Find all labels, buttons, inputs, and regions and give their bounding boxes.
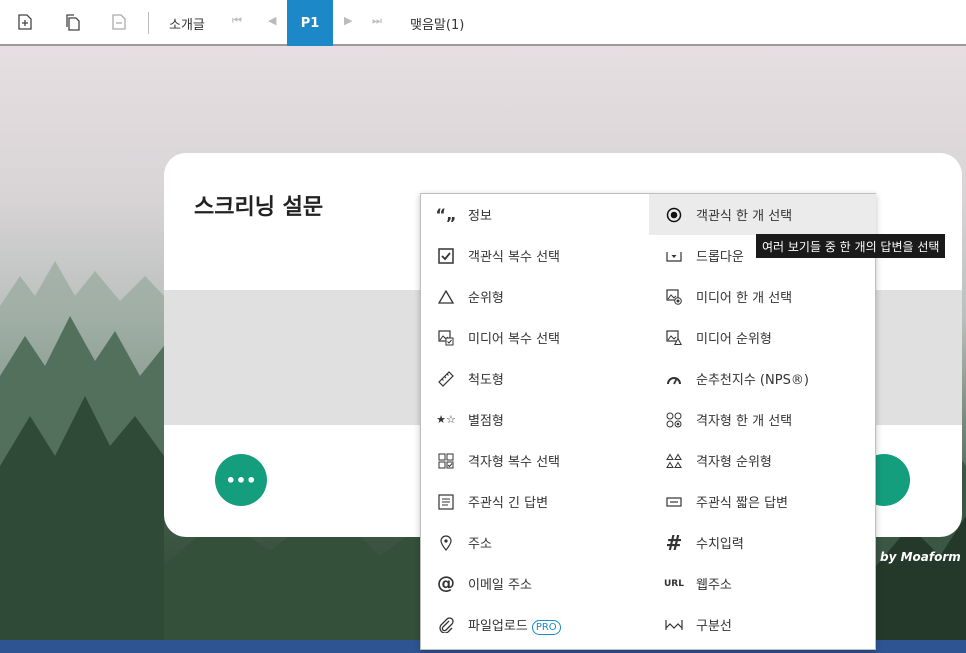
menu-item-label: 주소 <box>468 537 492 552</box>
menu-item-label: 미디어 한 개 선택 <box>696 291 793 306</box>
menu-item-label: 수치입력 <box>696 537 744 552</box>
grid-rank-icon <box>664 451 684 471</box>
menu-item-label: 구분선 <box>696 619 732 634</box>
menu-item-label: 미디어 복수 선택 <box>468 332 560 347</box>
menu-item-label: 파일업로드 PRO <box>468 615 561 635</box>
menu-item-scale[interactable]: 척도형 <box>421 358 648 399</box>
quote-icon: “„ <box>435 205 457 224</box>
outro-tab[interactable]: 맺음말(1) <box>410 14 464 33</box>
long-text-icon <box>436 492 456 512</box>
question-type-menu: “„ 정보 객관식 복수 선택 순위형 미디어 복수 선택 척도형 ★☆ 별점형… <box>420 193 876 650</box>
delete-page-icon[interactable] <box>110 13 128 31</box>
menu-item-label: 격자형 순위형 <box>696 455 772 470</box>
paperclip-icon <box>436 615 456 635</box>
menu-item-web-address[interactable]: URL 웹주소 <box>649 563 876 604</box>
triangle-icon <box>436 287 456 307</box>
menu-item-star-rating[interactable]: ★☆ 별점형 <box>421 399 648 440</box>
menu-item-number-input[interactable]: # 수치입력 <box>649 522 876 563</box>
pro-badge: PRO <box>531 619 561 635</box>
menu-item-label: 격자형 한 개 선택 <box>696 414 793 429</box>
short-text-icon <box>664 492 684 512</box>
menu-item-label: 순위형 <box>468 291 504 306</box>
menu-item-grid-single[interactable]: 격자형 한 개 선택 <box>649 399 876 440</box>
stars-icon: ★☆ <box>436 413 456 426</box>
menu-item-label: 객관식 복수 선택 <box>468 250 560 265</box>
menu-item-nps[interactable]: 순추천지수 (NPS®) <box>649 358 876 399</box>
menu-item-divider[interactable]: 구분선 <box>649 604 876 645</box>
credit-text: by Moaform <box>880 550 961 564</box>
toolbar: 소개글 ⏮ ◀ P1 ▶ ⏭ 맺음말(1) <box>0 0 966 46</box>
intro-tab[interactable]: 소개글 <box>169 14 205 33</box>
menu-item-info[interactable]: “„ 정보 <box>421 194 648 235</box>
location-pin-icon <box>436 533 456 553</box>
grid-checkbox-icon <box>436 451 456 471</box>
menu-item-label: 순추천지수 (NPS®) <box>696 373 809 388</box>
hash-icon: # <box>665 530 683 555</box>
file-upload-label: 파일업로드 <box>468 618 528 634</box>
media-checkbox-icon <box>436 328 456 348</box>
menu-item-file-upload[interactable]: 파일업로드 PRO <box>421 604 648 645</box>
first-page-icon[interactable]: ⏮ <box>232 14 242 28</box>
menu-item-label: 주관식 짧은 답변 <box>696 496 788 511</box>
last-page-icon[interactable]: ⏭ <box>372 14 382 28</box>
menu-item-label: 주관식 긴 답변 <box>468 496 549 511</box>
ruler-icon <box>436 369 456 389</box>
page-title[interactable]: 스크리닝 설문 <box>194 189 323 221</box>
add-page-icon[interactable] <box>16 13 34 31</box>
menu-item-media-multi[interactable]: 미디어 복수 선택 <box>421 317 648 358</box>
tooltip: 여러 보기들 중 한 개의 답변을 선택 <box>756 234 946 258</box>
menu-item-long-answer[interactable]: 주관식 긴 답변 <box>421 481 648 522</box>
menu-item-label: 별점형 <box>468 414 504 429</box>
prev-page-icon[interactable]: ◀ <box>268 14 276 27</box>
menu-item-label: 척도형 <box>468 373 504 388</box>
toolbar-divider <box>148 12 149 34</box>
menu-item-label: 정보 <box>468 209 492 224</box>
menu-item-label: 미디어 순위형 <box>696 332 772 347</box>
next-page-icon[interactable]: ▶ <box>344 14 352 27</box>
media-radio-icon <box>664 287 684 307</box>
menu-item-label: 격자형 복수 선택 <box>468 455 560 470</box>
menu-item-multi-choice[interactable]: 객관식 복수 선택 <box>421 235 648 276</box>
menu-item-grid-ranking[interactable]: 격자형 순위형 <box>649 440 876 481</box>
radio-icon <box>664 205 684 225</box>
gauge-icon <box>664 369 684 389</box>
menu-item-email[interactable]: @ 이메일 주소 <box>421 563 648 604</box>
grid-radio-icon <box>664 410 684 430</box>
menu-item-address[interactable]: 주소 <box>421 522 648 563</box>
copy-page-icon[interactable] <box>64 13 82 31</box>
at-icon: @ <box>437 573 455 594</box>
menu-item-single-choice[interactable]: 객관식 한 개 선택 <box>649 194 876 235</box>
menu-item-media-ranking[interactable]: 미디어 순위형 <box>649 317 876 358</box>
menu-item-grid-multi[interactable]: 격자형 복수 선택 <box>421 440 648 481</box>
menu-item-label: 이메일 주소 <box>468 578 532 593</box>
more-options-button[interactable]: ••• <box>215 454 267 506</box>
current-page-tab[interactable]: P1 <box>287 0 333 46</box>
menu-item-label: 드롭다운 <box>696 250 744 265</box>
dropdown-icon <box>664 246 684 266</box>
checkbox-icon <box>436 246 456 266</box>
menu-item-ranking[interactable]: 순위형 <box>421 276 648 317</box>
divider-icon <box>664 615 684 635</box>
media-rank-icon <box>664 328 684 348</box>
menu-item-short-answer[interactable]: 주관식 짧은 답변 <box>649 481 876 522</box>
menu-item-label: 웹주소 <box>696 578 732 593</box>
menu-item-label: 객관식 한 개 선택 <box>696 209 793 224</box>
url-icon: URL <box>664 578 684 589</box>
menu-item-media-single[interactable]: 미디어 한 개 선택 <box>649 276 876 317</box>
